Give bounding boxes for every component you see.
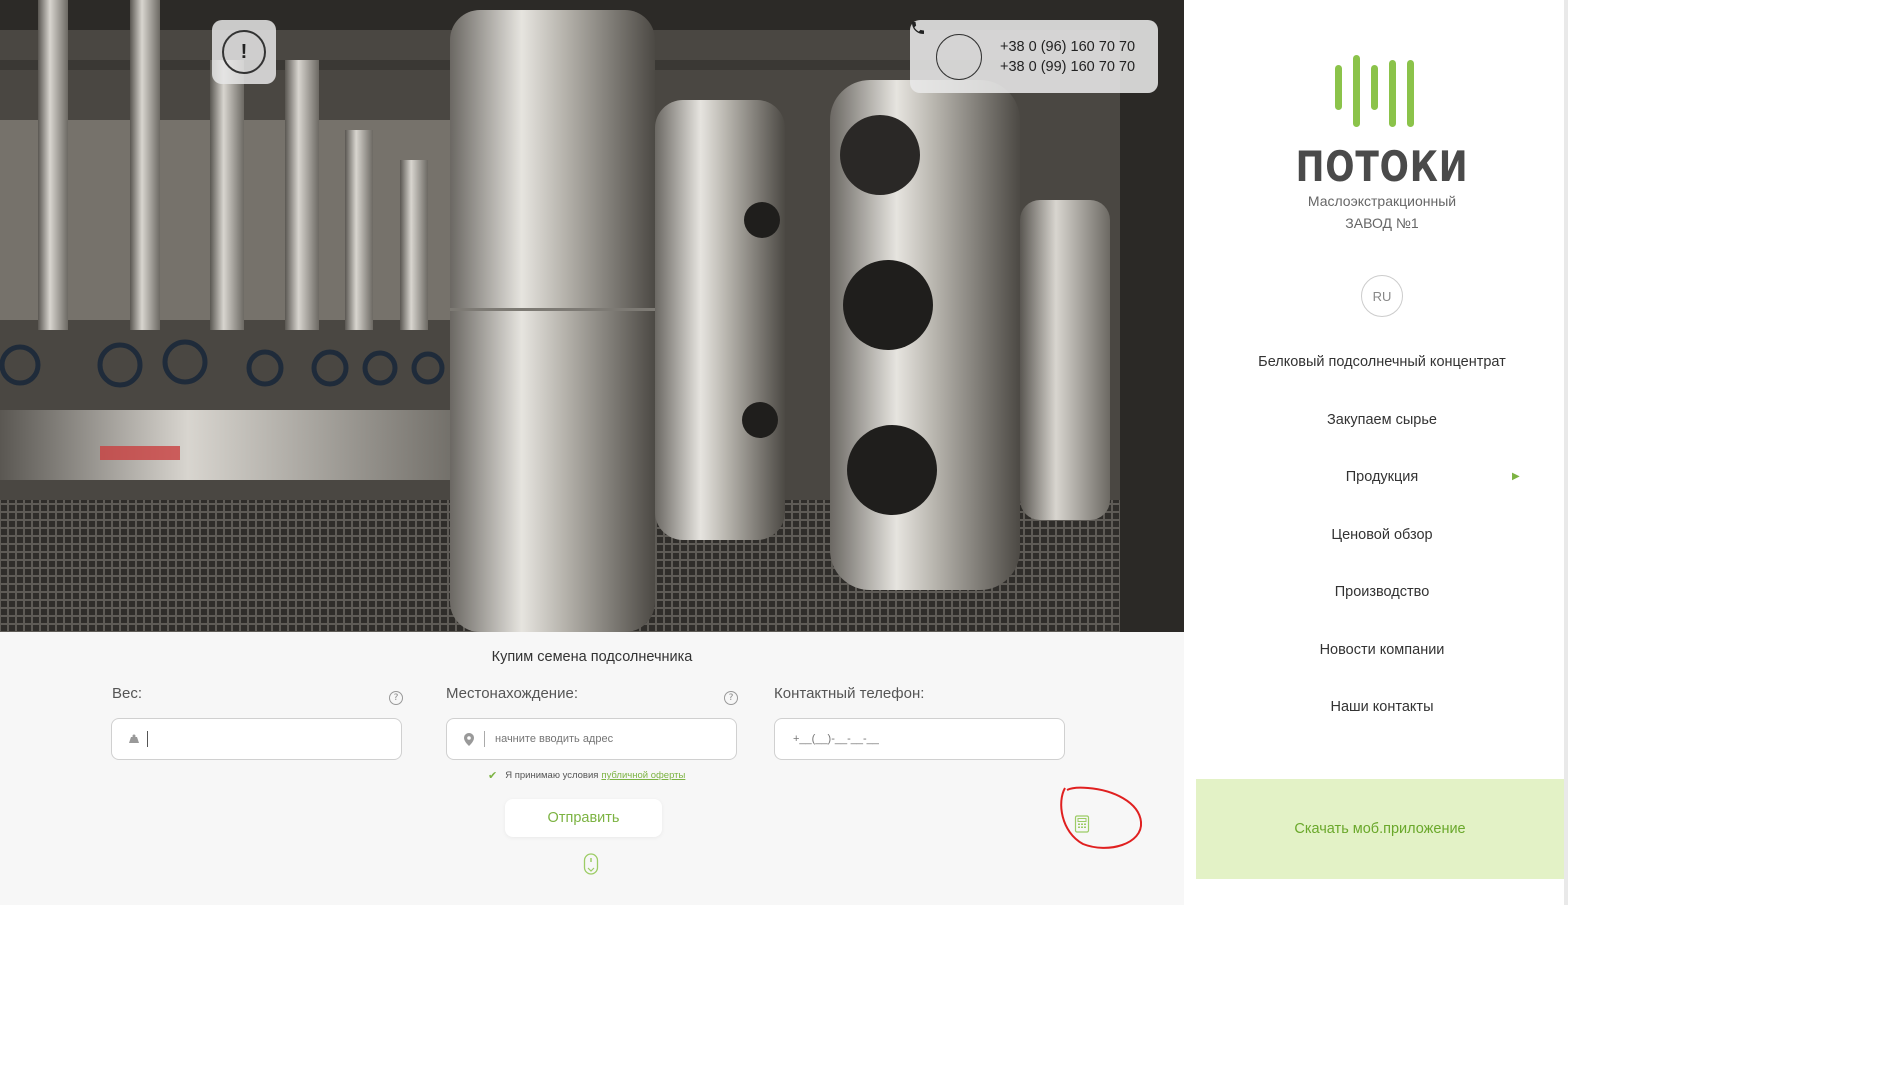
download-app-button[interactable]: Скачать моб.приложение (1196, 779, 1564, 879)
hero-photo: ! +38 0 (96) 160 70 70 +38 0 (99) 160 70… (0, 0, 1184, 632)
buy-seeds-form: Купим семена подсолнечника Вес: ? Местон… (0, 632, 1184, 905)
logo-text[interactable]: ПОТОКИ (1220, 142, 1545, 191)
nav-item-production[interactable]: Производство (1184, 570, 1580, 628)
nav-item-company-news[interactable]: Новости компании (1184, 628, 1580, 686)
nav-item-price-review[interactable]: Ценовой обзор (1184, 513, 1580, 571)
weight-label: Вес: (112, 685, 143, 702)
nav-item-buying-raw-materials[interactable]: Закупаем сырье (1184, 398, 1580, 456)
sidebar: ПОТОКИ Маслоэкстракционный ЗАВОД №1 RU Б… (1184, 0, 1568, 905)
info-button[interactable]: ! (212, 20, 276, 84)
logo-subtitle-line1: Маслоэкстракционный (1307, 193, 1457, 209)
checkmark-icon[interactable]: ✔ (488, 769, 497, 782)
weight-help-icon[interactable]: ? (389, 691, 403, 705)
nav-item-protein-concentrate[interactable]: Белковый подсолнечный концентрат (1184, 340, 1580, 398)
location-field[interactable] (446, 718, 737, 760)
form-title: Купим семена подсолнечника (491, 649, 693, 665)
nav-item-contacts[interactable]: Наши контакты (1184, 685, 1580, 743)
offer-consent: ✔ Я принимаю условия публичной оферты (488, 769, 685, 782)
factory-illustration (0, 0, 1184, 632)
phone-contact-box: +38 0 (96) 160 70 70 +38 0 (99) 160 70 7… (910, 20, 1158, 93)
exclamation-icon: ! (222, 30, 266, 74)
weight-icon (127, 734, 141, 744)
phone-number-2[interactable]: +38 0 (99) 160 70 70 (1000, 57, 1135, 77)
triangle-right-icon[interactable]: ▶ (1512, 455, 1520, 499)
nav-item-products-label: Продукция (1345, 469, 1419, 485)
calculator-icon[interactable] (1074, 815, 1090, 837)
logo-subtitle-line2: ЗАВОД №1 (1345, 215, 1419, 231)
red-circle-annotation (1060, 786, 1143, 849)
contact-phone-field[interactable] (774, 718, 1065, 760)
weight-input[interactable] (156, 723, 401, 755)
mouse-scroll-icon[interactable] (583, 853, 599, 879)
nav-item-products[interactable]: Продукция ▶ (1184, 455, 1580, 513)
scrollbar[interactable] (1564, 0, 1568, 905)
consent-text: Я принимаю условия (505, 770, 599, 781)
phone-icon[interactable] (912, 22, 982, 80)
contact-phone-input[interactable] (791, 723, 1064, 755)
location-input[interactable] (493, 723, 736, 755)
map-pin-icon (462, 732, 476, 746)
language-switcher[interactable]: RU (1361, 275, 1403, 317)
public-offer-link[interactable]: публичной оферты (601, 770, 685, 781)
location-help-icon[interactable]: ? (724, 691, 738, 705)
logo-bars-icon[interactable] (1335, 55, 1427, 130)
location-label: Местонахождение: (446, 685, 578, 702)
logo-subtitle: Маслоэкстракционный ЗАВОД №1 (1184, 190, 1580, 234)
phone-number-1[interactable]: +38 0 (96) 160 70 70 (1000, 37, 1135, 57)
submit-button[interactable]: Отправить (505, 799, 662, 837)
contact-phone-label: Контактный телефон: (774, 685, 925, 702)
weight-field[interactable] (111, 718, 402, 760)
main-nav: Белковый подсолнечный концентрат Закупае… (1184, 340, 1580, 743)
